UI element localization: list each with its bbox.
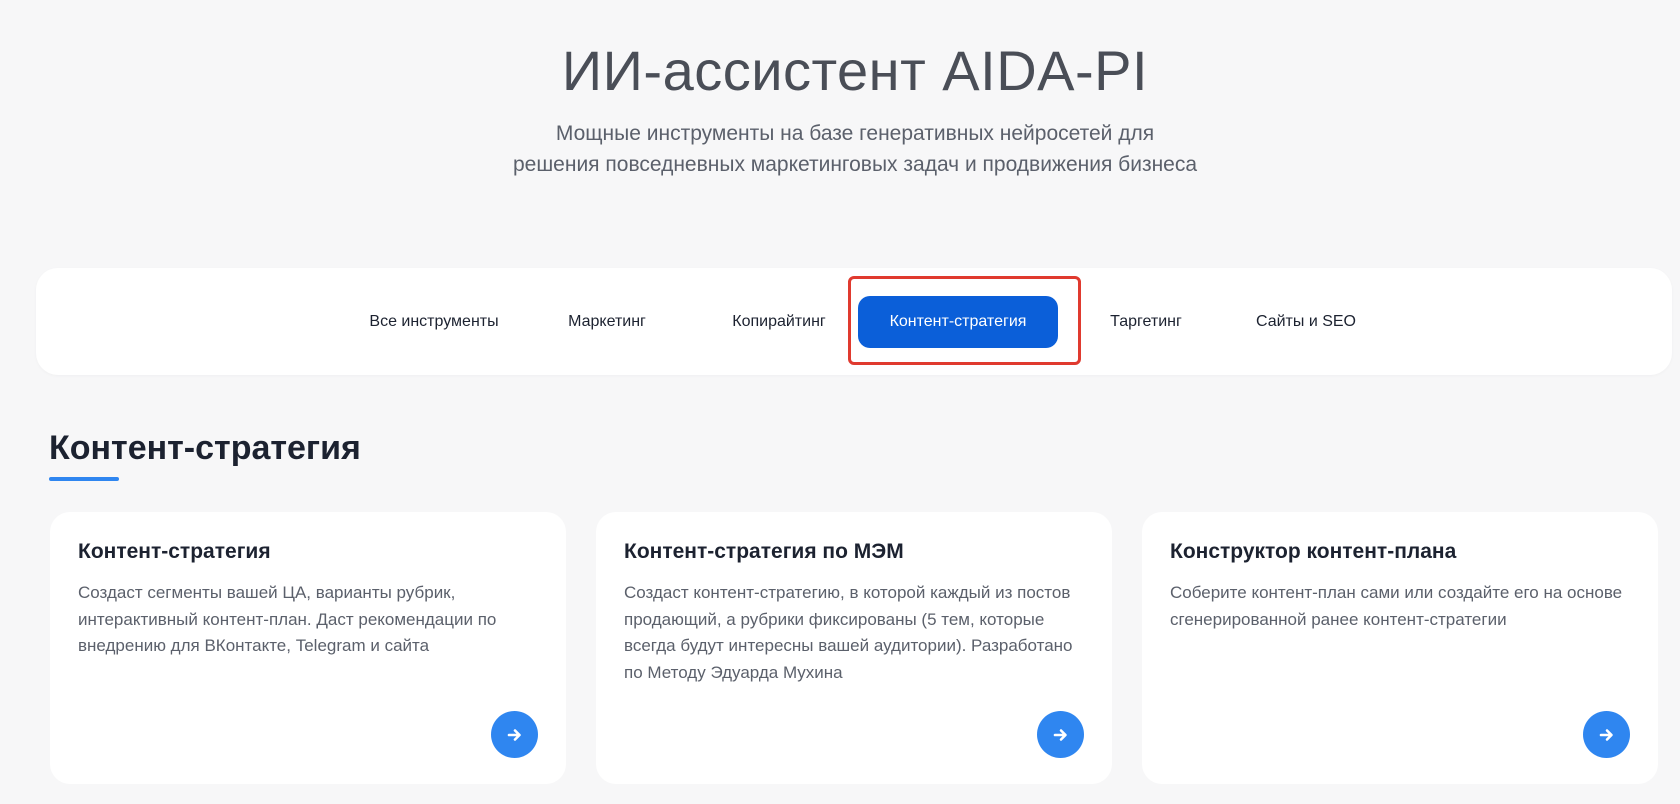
arrow-right-icon [1053,727,1069,743]
tool-card-description: Создаст сегменты вашей ЦА, варианты рубр… [78,583,497,655]
tool-card-description: Создаст контент-стратегию, в которой каж… [624,583,1073,682]
open-tool-button[interactable] [1583,711,1630,758]
tab-sites-seo[interactable]: Сайты и SEO [1246,296,1366,348]
tab-content-strategy[interactable]: Контент-стратегия [858,296,1058,348]
tab-targeting[interactable]: Таргетинг [1096,296,1196,348]
open-tool-button[interactable] [491,711,538,758]
tool-card[interactable]: Контент-стратегия по МЭМ Создаст контент… [596,512,1112,784]
page-title: ИИ-ассистент AIDA-PI [561,39,1149,102]
tab-copywriting[interactable]: Копирайтинг [714,296,844,348]
page: ИИ-ассистент AIDA-PI Мощные инструменты … [0,0,1680,804]
open-tool-button[interactable] [1037,711,1084,758]
page-subtitle: Мощные инструменты на базе генеративных … [0,118,1680,180]
arrow-right-icon [507,727,523,743]
tool-card-description: Соберите контент-план сами или создайте … [1170,583,1623,629]
tool-card[interactable]: Конструктор контент-плана Соберите конте… [1142,512,1658,784]
tool-card-title: Конструктор контент-плана [1170,540,1457,563]
category-tabs: Все инструменты Маркетинг Копирайтинг Ко… [36,268,1672,375]
tool-card-title: Контент-стратегия по МЭМ [624,540,904,563]
section-title: Контент-стратегия [49,429,361,467]
arrow-right-icon [1599,727,1615,743]
tab-marketing[interactable]: Маркетинг [552,296,662,348]
tool-card[interactable]: Контент-стратегия Создаст сегменты вашей… [50,512,566,784]
page-subtitle-line-1: Мощные инструменты на базе генеративных … [555,122,1155,145]
section-title-underline [49,477,119,481]
tool-card-title: Контент-стратегия [78,540,271,563]
page-subtitle-line-2: решения повседневных маркетинговых задач… [512,153,1198,176]
tab-all-tools[interactable]: Все инструменты [354,296,514,348]
